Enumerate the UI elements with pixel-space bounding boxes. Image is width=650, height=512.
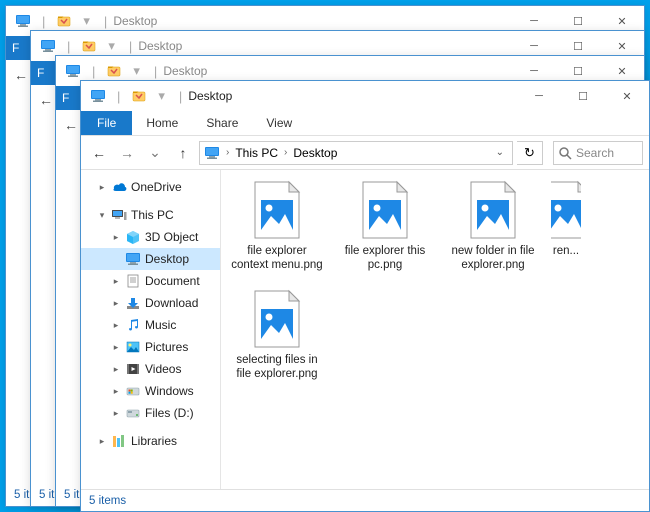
content-area[interactable]: file explorer context menu.png file expl… xyxy=(221,170,649,489)
collapse-icon[interactable]: ▾ xyxy=(97,210,107,221)
sidebar-item-3dobjects[interactable]: ▸3D Object xyxy=(81,226,220,248)
sidebar-item-thispc[interactable]: ▾ This PC xyxy=(81,204,220,226)
navigation-pane[interactable]: ▸ OneDrive ▾ This PC ▸3D Object Desktop … xyxy=(81,170,221,489)
pc-icon xyxy=(111,207,127,223)
tab-share[interactable]: Share xyxy=(192,111,252,135)
tab-file[interactable]: File xyxy=(81,111,132,135)
monitor-icon xyxy=(125,251,141,267)
titlebar[interactable]: | ▾ | Desktop ─ ☐ ✕ xyxy=(81,81,649,111)
sidebar-item-desktop[interactable]: Desktop xyxy=(81,248,220,270)
chevron-right-icon[interactable]: › xyxy=(226,147,229,158)
sidebar-item-music[interactable]: ▸Music xyxy=(81,314,220,336)
qat-properties-icon[interactable] xyxy=(128,85,150,107)
sidebar-item-files-drive[interactable]: ▸Files (D:) xyxy=(81,402,220,424)
sidebar-item-libraries[interactable]: ▸Libraries xyxy=(81,430,220,452)
image-file-icon xyxy=(357,180,413,240)
search-input[interactable]: Search xyxy=(553,141,643,165)
nav-forward[interactable]: → xyxy=(115,141,139,165)
breadcrumb-desktop[interactable]: Desktop xyxy=(293,146,337,160)
drive-icon xyxy=(125,383,141,399)
file-item[interactable]: selecting files in file explorer.png xyxy=(227,289,327,382)
tab-home[interactable]: Home xyxy=(132,111,192,135)
document-icon xyxy=(125,273,141,289)
sidebar-item-pictures[interactable]: ▸Pictures xyxy=(81,336,220,358)
image-file-icon xyxy=(249,289,305,349)
chevron-right-icon[interactable]: › xyxy=(284,147,287,158)
sidebar-item-downloads[interactable]: ▸Download xyxy=(81,292,220,314)
image-file-icon xyxy=(465,180,521,240)
file-explorer-window: | ▾ | Desktop ─ ☐ ✕ File Home Share View… xyxy=(80,80,650,512)
pictures-icon xyxy=(125,339,141,355)
video-icon xyxy=(125,361,141,377)
image-file-icon xyxy=(249,180,305,240)
window-title: Desktop xyxy=(188,89,232,103)
file-item[interactable]: new folder in file explorer.png xyxy=(443,180,543,273)
ribbon-tabs: File Home Share View xyxy=(81,111,649,136)
breadcrumb-location-icon xyxy=(204,145,220,161)
close-button[interactable]: ✕ xyxy=(605,81,649,111)
address-bar-row: ← → ⌄ ↑ › This PC › Desktop ⌄ ↻ Search xyxy=(81,136,649,170)
breadcrumb-dropdown-icon[interactable]: ⌄ xyxy=(492,147,508,158)
image-file-icon xyxy=(551,180,581,240)
breadcrumb-thispc[interactable]: This PC xyxy=(235,146,278,160)
qat-dropdown-icon[interactable]: ▾ xyxy=(158,88,165,104)
maximize-button[interactable]: ☐ xyxy=(561,81,605,111)
drive-icon xyxy=(125,405,141,421)
nav-back[interactable]: ← xyxy=(87,141,111,165)
onedrive-icon xyxy=(111,179,127,195)
tab-view[interactable]: View xyxy=(252,111,306,135)
file-grid: file explorer context menu.png file expl… xyxy=(227,180,643,382)
cube-icon xyxy=(125,229,141,245)
expand-icon[interactable]: ▸ xyxy=(97,182,107,193)
search-icon xyxy=(558,146,572,160)
breadcrumb[interactable]: › This PC › Desktop ⌄ xyxy=(199,141,513,165)
file-item[interactable]: file explorer context menu.png xyxy=(227,180,327,273)
nav-recent[interactable]: ⌄ xyxy=(143,141,167,165)
music-icon xyxy=(125,317,141,333)
file-item[interactable]: file explorer this pc.png xyxy=(335,180,435,273)
file-item[interactable]: ren... xyxy=(551,180,581,273)
download-icon xyxy=(125,295,141,311)
libraries-icon xyxy=(111,433,127,449)
refresh-button[interactable]: ↻ xyxy=(517,141,543,165)
item-count: 5 items xyxy=(89,495,126,507)
sidebar-item-documents[interactable]: ▸Document xyxy=(81,270,220,292)
app-icon[interactable] xyxy=(87,85,109,107)
sidebar-item-windows-drive[interactable]: ▸Windows xyxy=(81,380,220,402)
status-bar: 5 items xyxy=(81,489,649,511)
sidebar-item-videos[interactable]: ▸Videos xyxy=(81,358,220,380)
nav-up[interactable]: ↑ xyxy=(171,141,195,165)
minimize-button[interactable]: ─ xyxy=(517,81,561,111)
sidebar-item-onedrive[interactable]: ▸ OneDrive xyxy=(81,176,220,198)
quick-access-toolbar: | ▾ | xyxy=(81,85,188,107)
